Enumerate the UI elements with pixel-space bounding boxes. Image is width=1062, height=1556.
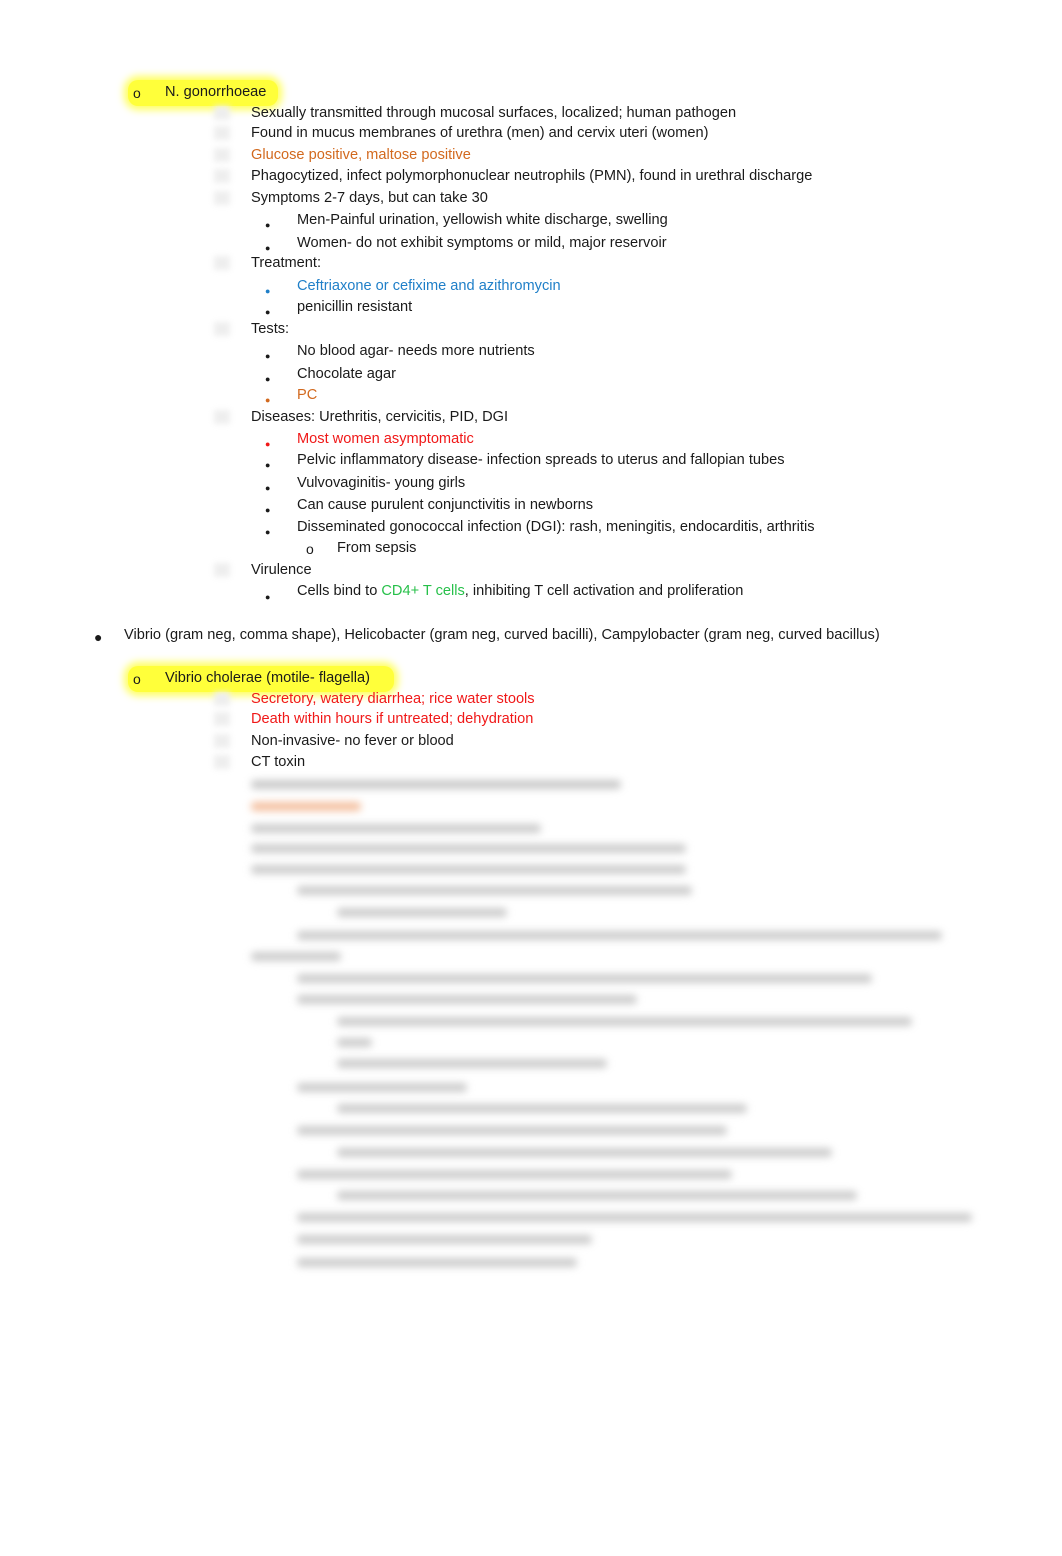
list-item: Cells bind to CD4+ T cells, inhibiting T… xyxy=(297,582,743,600)
list-item: Diseases: Urethritis, cervicitis, PID, D… xyxy=(251,409,509,425)
list-marker xyxy=(214,256,230,270)
bullet-icon: ● xyxy=(265,439,271,449)
blurred-text xyxy=(337,1017,912,1026)
text-run: Cells bind to xyxy=(297,583,382,599)
bullet-icon: ● xyxy=(265,527,271,537)
blurred-text xyxy=(251,824,541,833)
blurred-text xyxy=(337,1148,832,1157)
list-item: Women- do not exhibit symptoms or mild, … xyxy=(297,235,667,251)
bullet-icon: ● xyxy=(265,505,271,515)
list-marker xyxy=(214,692,230,706)
list-item: CT toxin xyxy=(251,754,306,770)
list-marker xyxy=(214,563,230,577)
list-item: Men-Painful urination, yellowish white d… xyxy=(297,212,668,228)
section-heading: N. gonorrhoeae xyxy=(165,84,267,100)
list-marker xyxy=(214,410,230,424)
list-item: Virulence xyxy=(251,562,312,578)
list-item: Secretory, watery diarrhea; rice water s… xyxy=(251,691,535,707)
blurred-text xyxy=(251,844,686,853)
list-item: Death within hours if untreated; dehydra… xyxy=(251,711,534,727)
blurred-text xyxy=(337,1059,607,1068)
blurred-text xyxy=(297,1235,592,1244)
list-item: From sepsis xyxy=(337,540,417,556)
list-item: Most women asymptomatic xyxy=(297,431,474,447)
list-item: Pelvic inflammatory disease- infection s… xyxy=(297,452,785,468)
blurred-text xyxy=(337,1104,747,1113)
blurred-text xyxy=(337,908,507,917)
blurred-text xyxy=(297,1126,727,1135)
list-item: PC xyxy=(297,387,318,403)
bullet-icon: ● xyxy=(265,483,271,493)
blurred-text xyxy=(297,1083,467,1092)
blurred-text xyxy=(297,974,872,983)
list-item: Treatment: xyxy=(251,255,322,271)
blurred-text xyxy=(251,952,341,961)
list-marker xyxy=(214,734,230,748)
list-marker xyxy=(214,126,230,140)
group-heading: Vibrio (gram neg, comma shape), Helicoba… xyxy=(124,627,880,643)
blurred-text xyxy=(337,1038,372,1047)
bullet-icon: ● xyxy=(265,220,271,230)
blurred-text xyxy=(297,1258,577,1267)
list-marker xyxy=(214,712,230,726)
section-heading: Vibrio cholerae (motile- flagella) xyxy=(165,670,370,686)
list-item: Can cause purulent conjunctivitis in new… xyxy=(297,497,594,513)
list-marker xyxy=(214,322,230,336)
list-item: Symptoms 2-7 days, but can take 30 xyxy=(251,190,488,206)
blurred-text xyxy=(251,780,621,789)
bullet-icon: ● xyxy=(265,460,271,470)
bullet-icon: ● xyxy=(265,395,271,405)
document-page: o N. gonorrhoeae ● Vibrio (gram neg, com… xyxy=(0,0,1062,1556)
list-item: Sexually transmitted through mucosal sur… xyxy=(251,105,737,121)
blurred-text xyxy=(337,1191,857,1200)
list-item: Ceftriaxone or cefixime and azithromycin xyxy=(297,278,561,294)
bullet-icon: ● xyxy=(94,629,103,645)
blurred-text xyxy=(251,802,361,811)
bullet-icon: ● xyxy=(265,286,271,296)
list-marker xyxy=(214,755,230,769)
list-item: No blood agar- needs more nutrients xyxy=(297,343,535,359)
text-run: , inhibiting T cell activation and proli… xyxy=(464,583,744,599)
list-marker xyxy=(214,191,230,205)
list-marker xyxy=(214,148,230,162)
hollow-bullet-icon: o xyxy=(306,541,314,557)
list-item: Phagocytized, infect polymorphonuclear n… xyxy=(251,168,813,184)
list-item: Tests: xyxy=(251,321,290,337)
hollow-bullet-icon: o xyxy=(133,671,141,687)
blurred-text xyxy=(297,1170,732,1179)
bullet-icon: ● xyxy=(265,307,271,317)
list-item: Non-invasive- no fever or blood xyxy=(251,733,454,749)
bullet-icon: ● xyxy=(265,374,271,384)
blurred-text xyxy=(297,886,692,895)
list-item: Chocolate agar xyxy=(297,366,396,382)
list-item: Vulvovaginitis- young girls xyxy=(297,475,466,491)
list-item: Glucose positive, maltose positive xyxy=(251,147,471,163)
bullet-icon: ● xyxy=(265,592,271,602)
blurred-text xyxy=(297,995,637,1004)
list-item: Disseminated gonococcal infection (DGI):… xyxy=(297,519,815,535)
text-run: CD4+ T cells xyxy=(381,583,465,599)
blurred-text xyxy=(251,865,686,874)
list-item: penicillin resistant xyxy=(297,299,413,315)
bullet-icon: ● xyxy=(265,351,271,361)
blurred-text xyxy=(297,1213,972,1222)
list-marker xyxy=(214,169,230,183)
list-marker xyxy=(214,106,230,120)
blurred-text xyxy=(297,931,942,940)
list-item: Found in mucus membranes of urethra (men… xyxy=(251,125,709,141)
hollow-bullet-icon: o xyxy=(133,85,141,101)
